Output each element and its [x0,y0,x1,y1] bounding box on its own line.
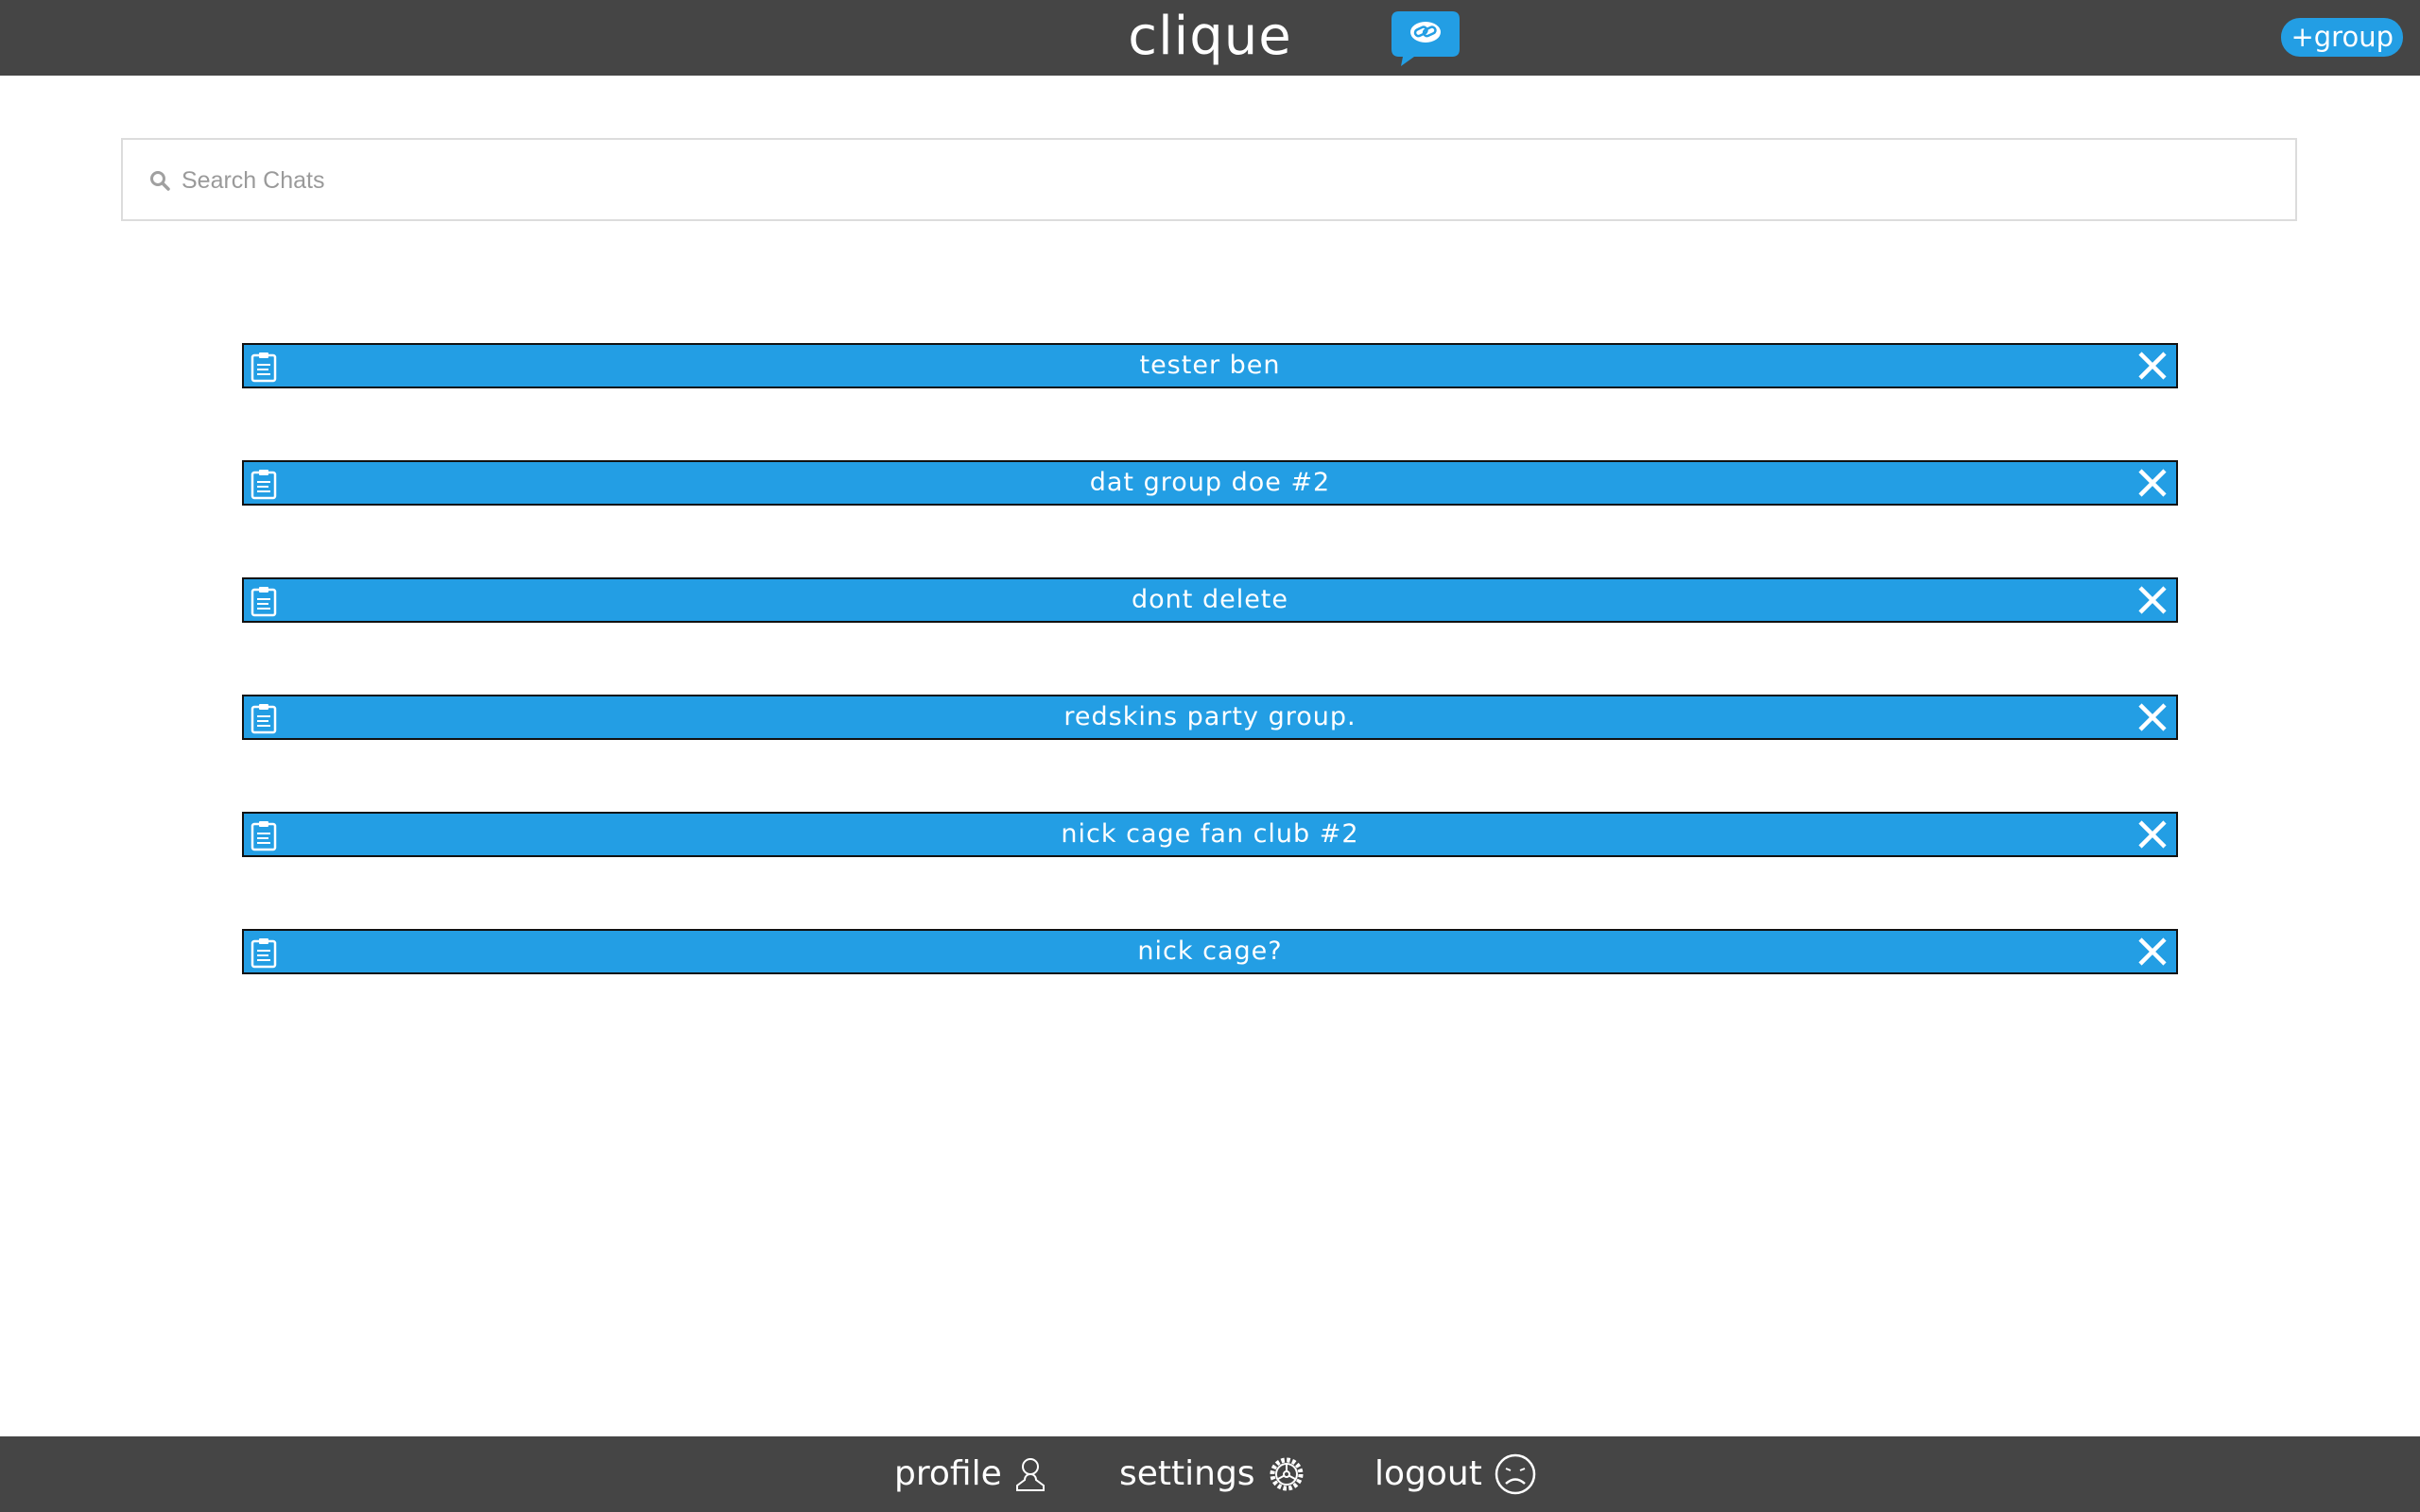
user-icon [1015,1458,1045,1491]
chat-name: nick cage fan club #2 [1061,819,1359,849]
app-logo-text: clique [1128,6,1292,67]
chat-bubble-link-icon [1392,11,1460,66]
chat-name: redskins party group. [1063,702,1357,731]
close-icon[interactable] [2136,467,2169,499]
search-box [121,138,2297,221]
chat-row[interactable]: dat group doe #2 [242,460,2178,506]
close-icon[interactable] [2136,818,2169,850]
settings-label: settings [1119,1454,1255,1493]
gear-icon [1270,1457,1304,1491]
chat-row[interactable]: nick cage? [242,929,2178,974]
chat-name: tester ben [1139,351,1281,380]
chat-name: nick cage? [1137,936,1283,966]
close-icon[interactable] [2136,936,2169,968]
chat-name: dont delete [1132,585,1288,614]
search-icon [150,171,170,191]
chat-row[interactable]: redskins party group. [242,695,2178,740]
close-icon[interactable] [2136,701,2169,733]
add-group-button[interactable]: +group [2281,18,2403,57]
profile-link[interactable]: profile [894,1450,1047,1499]
close-icon[interactable] [2136,584,2169,616]
close-icon[interactable] [2136,350,2169,382]
profile-label: profile [894,1454,1002,1493]
search-input[interactable] [180,157,2263,204]
chat-row[interactable]: dont delete [242,577,2178,623]
sad-face-icon [1495,1453,1536,1495]
logout-label: logout [1374,1454,1482,1493]
settings-link[interactable]: settings [1119,1450,1306,1499]
top-bar: clique +group [0,0,2420,76]
logout-link[interactable]: logout [1374,1450,1537,1499]
chat-name: dat group doe #2 [1089,468,1331,497]
bottom-bar: profile settings logout [0,1436,2420,1512]
chat-row[interactable]: tester ben [242,343,2178,388]
chat-row[interactable]: nick cage fan club #2 [242,812,2178,857]
